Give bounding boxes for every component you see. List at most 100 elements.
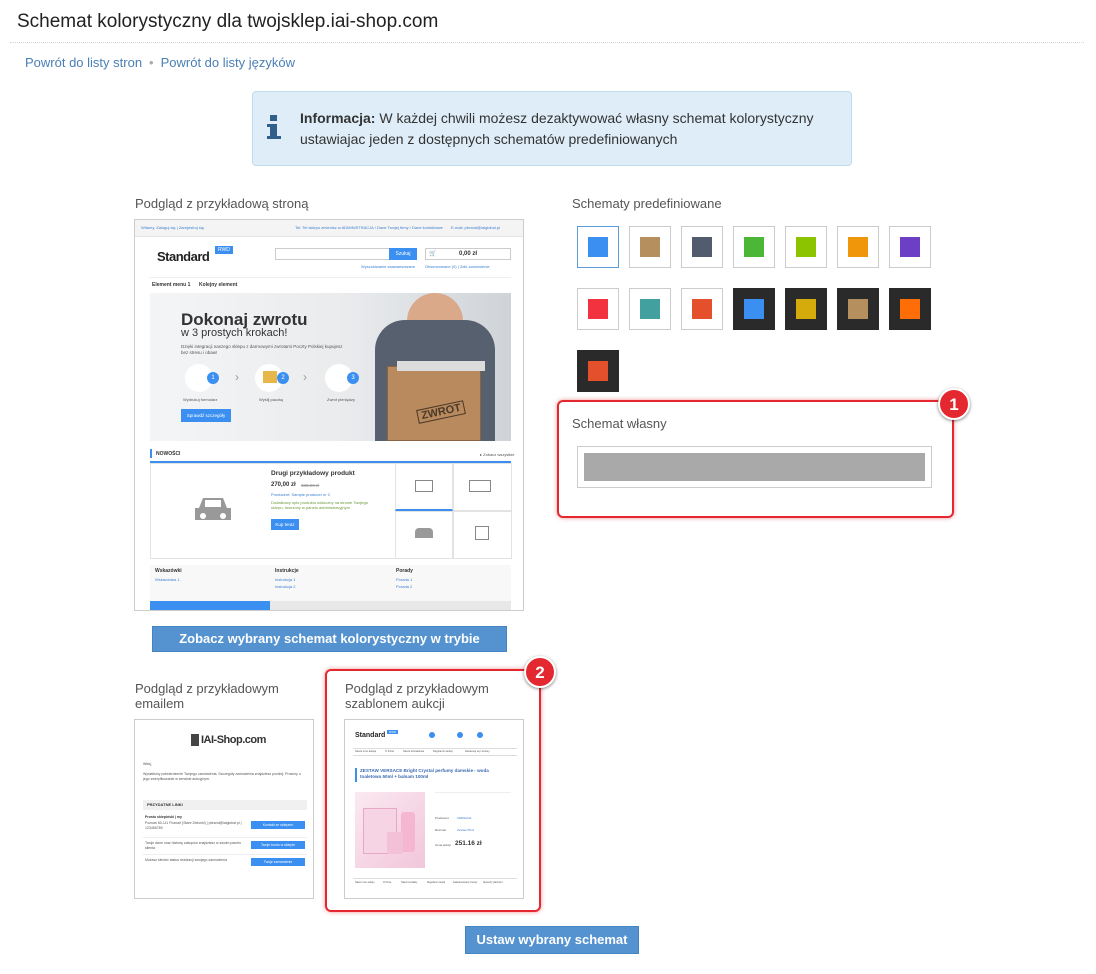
scheme-swatch-3[interactable] xyxy=(681,226,723,268)
mock-devices-icon xyxy=(469,480,491,492)
mock-footer-col-3-link-1: Porada 1 xyxy=(396,577,413,582)
scheme-swatch-color xyxy=(588,361,608,381)
mock-return-box xyxy=(387,366,481,441)
mock-step-3-number: 3 xyxy=(347,372,359,384)
scheme-swatch-color xyxy=(744,299,764,319)
scheme-swatch-color xyxy=(796,299,816,319)
scheme-swatch-4[interactable] xyxy=(733,226,775,268)
scheme-swatch-9[interactable] xyxy=(629,288,671,330)
scheme-swatch-15[interactable] xyxy=(577,350,619,392)
mock-step-2-number: 2 xyxy=(277,372,289,384)
scheme-swatch-2[interactable] xyxy=(629,226,671,268)
mock-divider xyxy=(149,277,511,278)
mock-footer-bar xyxy=(270,601,511,610)
mock-cart-icon: 🛒 xyxy=(429,251,437,257)
info-text: W każdej chwili możesz dezaktywować włas… xyxy=(300,110,814,147)
scheme-swatch-color xyxy=(796,237,816,257)
mock-step-1-label: Wydrukuj formularz xyxy=(183,397,218,402)
mock-product-desc: Dodatkowy opis produktu widoczny na stro… xyxy=(271,500,369,510)
set-scheme-button[interactable]: Ustaw wybrany schemat xyxy=(465,926,639,954)
mock-email-button-1: Kontakt ze sklepem xyxy=(251,821,305,829)
mock-menu-2: Kolejny element xyxy=(199,282,238,288)
scheme-swatch-color xyxy=(900,299,920,319)
info-message: Informacja: W każdej chwili możesz dezak… xyxy=(300,108,840,150)
mock-footer-col-2-link-2: Instrukcja 2 xyxy=(275,584,296,589)
mock-email-links-header: PRZYDATNE LINKI xyxy=(147,802,183,807)
custom-scheme-callout-badge: 1 xyxy=(938,388,970,420)
mock-producer: Producent: Sample producer nr 2 xyxy=(271,492,330,497)
breadcrumb: Powrót do listy stron • Powrót do listy ję… xyxy=(25,55,295,70)
email-preview-label: Podgląd z przykładowym emailem xyxy=(135,681,279,711)
mock-hero-subtitle: w 3 prostych krokach! xyxy=(181,327,288,339)
mock-product-old-price: 333,00 zł xyxy=(301,483,320,488)
mock-email-divider-1 xyxy=(143,837,307,838)
scheme-swatch-color xyxy=(848,237,868,257)
mock-top-right: E-mail: pbrand@iaiglobal.pl xyxy=(451,225,500,230)
mock-step-3-label: Zwrot pieniędzy xyxy=(327,397,356,402)
scheme-swatch-11[interactable] xyxy=(733,288,775,330)
mock-search-input xyxy=(275,248,390,260)
mock-top-middle: Tel: Tel sklepu zmienisz w ADMINISTRACJA… xyxy=(295,225,443,230)
mock-chevron-icon-2: › xyxy=(303,370,307,384)
mock-news-label: NOWOŚCI xyxy=(156,451,181,457)
mock-see-all: ▸ Zobacz wszystkie xyxy=(480,452,515,457)
scheme-swatch-color xyxy=(692,237,712,257)
custom-scheme-label: Schemat własny xyxy=(572,416,667,431)
info-label: Informacja: xyxy=(300,110,376,126)
scheme-swatch-1[interactable] xyxy=(577,226,619,268)
mock-logo-badge: RWD xyxy=(215,246,233,254)
scheme-swatch-12[interactable] xyxy=(785,288,827,330)
mock-email-contact-name: Prosto sklepiński | my xyxy=(145,815,182,819)
scheme-swatch-color xyxy=(588,237,608,257)
mock-email-intro: Wysłaliśmy potwierdzenie Twojego zamówie… xyxy=(143,772,301,781)
mock-email-greeting: Witaj, xyxy=(143,762,152,766)
mock-email-text-3: Możesz śledzić status realizacji swojego… xyxy=(145,858,227,862)
scheme-swatch-color xyxy=(640,299,660,319)
mock-email-logo: IAI-Shop.com xyxy=(201,734,266,746)
mock-product-name: Drugi przykładowy produkt xyxy=(271,470,355,477)
scheme-swatch-5[interactable] xyxy=(785,226,827,268)
auction-callout-badge: 2 xyxy=(524,656,556,688)
custom-scheme-input[interactable] xyxy=(577,446,932,488)
scheme-swatch-6[interactable] xyxy=(837,226,879,268)
mock-chevron-icon: › xyxy=(235,370,239,384)
mock-footer-col-1: Wskazówki xyxy=(155,568,182,574)
mock-email-logo-mark xyxy=(191,734,199,746)
back-to-pages-link[interactable]: Powrót do listy stron xyxy=(25,55,142,70)
page-title: Schemat kolorystyczny dla twojsklep.iai-… xyxy=(17,11,439,32)
mock-cart-value: 0,00 zł xyxy=(459,251,478,257)
mock-footer-col-3-link-2: Porada 2 xyxy=(396,584,413,589)
mock-footer-col-2: Instrukcje xyxy=(275,568,299,574)
mock-top-left: Witamy, Zaloguj się | Zarejestruj się xyxy=(141,225,204,230)
mock-product-price: 270,00 zł xyxy=(271,482,296,488)
mock-email-contact-address: Poznań 60-111 Poznań (Stare Zielonki) | … xyxy=(145,821,242,830)
back-to-languages-link[interactable]: Powrót do listy języków xyxy=(161,55,295,70)
mock-return-box-lid xyxy=(397,361,485,371)
scheme-swatch-13[interactable] xyxy=(837,288,879,330)
scheme-swatch-color xyxy=(744,237,764,257)
mock-step-2-label: Wyślij paczkę xyxy=(259,397,284,402)
shop-preview-image[interactable]: Witamy, Zaloguj się | Zarejestruj się Te… xyxy=(134,219,524,611)
custom-scheme-color-bar xyxy=(584,453,925,481)
scheme-swatch-14[interactable] xyxy=(889,288,931,330)
mock-parcel-icon xyxy=(263,371,277,383)
email-preview-image[interactable]: IAI-Shop.com Witaj, Wysłaliśmy potwierdz… xyxy=(134,719,314,899)
scheme-swatch-10[interactable] xyxy=(681,288,723,330)
scheme-swatch-7[interactable] xyxy=(889,226,931,268)
mock-hero-button: Sprawdź szczegóły xyxy=(181,409,231,422)
auction-highlight-frame xyxy=(325,669,541,912)
mock-car-icon xyxy=(195,498,231,520)
mock-favourites: Obserwowane (0) | Zdić zamówienie xyxy=(425,264,490,269)
mock-email-text-2: Twoje dane oraz historię zakupów znajdzi… xyxy=(145,841,241,850)
mock-shirt-icon xyxy=(475,526,489,540)
scheme-swatch-8[interactable] xyxy=(577,288,619,330)
mock-footer-bar-active xyxy=(150,601,270,610)
scheme-swatch-color xyxy=(848,299,868,319)
mock-hero-text: Dzięki integracji naszego sklepu z darmo… xyxy=(181,344,343,355)
mock-small-car-icon xyxy=(415,528,433,538)
scheme-swatch-color xyxy=(588,299,608,319)
breadcrumb-separator: • xyxy=(149,55,154,70)
scheme-swatch-color xyxy=(640,237,660,257)
mock-footer-col-1-link: Wskazówka 1 xyxy=(155,577,180,582)
preview-scheme-button[interactable]: Zobacz wybrany schemat kolorystyczny w t… xyxy=(152,626,507,670)
